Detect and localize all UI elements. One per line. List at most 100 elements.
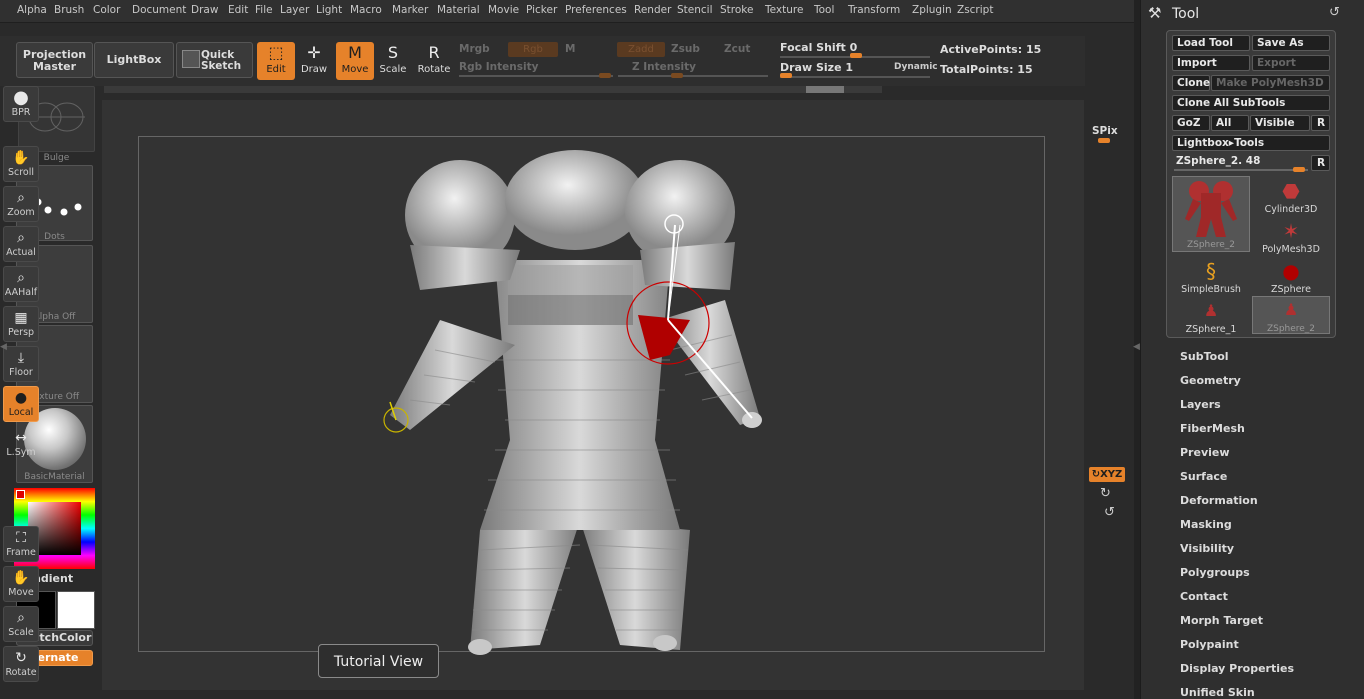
local-button[interactable]: ● Local xyxy=(3,386,39,422)
menu-macro[interactable]: Macro xyxy=(350,4,382,16)
rotate-mode-button[interactable]: R Rotate xyxy=(415,42,453,80)
menu-texture[interactable]: Texture xyxy=(765,4,803,16)
menu-draw[interactable]: Draw xyxy=(191,4,218,16)
scale-mode-button[interactable]: S Scale xyxy=(374,42,412,80)
canvas-scroll-thumb[interactable] xyxy=(806,86,844,93)
rgb-intensity-knob[interactable] xyxy=(599,73,611,78)
bpr-button[interactable]: ● BPR xyxy=(3,86,39,122)
section-subtool[interactable]: SubTool xyxy=(1180,350,1229,363)
menu-light[interactable]: Light xyxy=(316,4,342,16)
spix-slider[interactable] xyxy=(1098,138,1110,143)
aahalf-button[interactable]: ⌕ AAHalf xyxy=(3,266,39,302)
right-tray-arrow-icon[interactable]: ◀ xyxy=(1133,342,1140,352)
lsym-button[interactable]: ↔ L.Sym xyxy=(3,426,39,462)
rgb-intensity-slider[interactable] xyxy=(459,75,613,77)
load-tool-button[interactable]: Load Tool xyxy=(1172,35,1250,51)
rotate-z-icon[interactable]: ↺ xyxy=(1104,505,1115,520)
save-as-button[interactable]: Save As xyxy=(1252,35,1330,51)
section-display-properties[interactable]: Display Properties xyxy=(1180,662,1294,675)
section-visibility[interactable]: Visibility xyxy=(1180,542,1234,555)
section-deformation[interactable]: Deformation xyxy=(1180,494,1258,507)
zcut-button[interactable]: Zcut xyxy=(724,43,750,55)
clone-all-subtools-button[interactable]: Clone All SubTools xyxy=(1172,95,1330,111)
tool-thumb-cylinder3d[interactable]: ⬣ Cylinder3D xyxy=(1252,178,1330,216)
dynamic-button[interactable]: Dynamic xyxy=(894,62,938,72)
section-contact[interactable]: Contact xyxy=(1180,590,1228,603)
goz-visible-button[interactable]: Visible xyxy=(1250,115,1310,131)
menu-material[interactable]: Material xyxy=(437,4,480,16)
section-preview[interactable]: Preview xyxy=(1180,446,1230,459)
secondary-color-swatch[interactable] xyxy=(57,591,95,629)
tool-thumb-zsphere-2b[interactable]: ♟ ZSphere_2 xyxy=(1252,296,1330,334)
tool-thumb-zsphere[interactable]: ● ZSphere xyxy=(1252,258,1330,296)
menu-edit[interactable]: Edit xyxy=(228,4,248,16)
tool-r-button[interactable]: R xyxy=(1311,155,1330,171)
section-layers[interactable]: Layers xyxy=(1180,398,1221,411)
tool-thumb-polymesh3d[interactable]: ✶ PolyMesh3D xyxy=(1252,218,1330,256)
section-geometry[interactable]: Geometry xyxy=(1180,374,1241,387)
projection-master-button[interactable]: Projection Master xyxy=(16,42,93,78)
zsub-button[interactable]: Zsub xyxy=(671,43,700,55)
section-surface[interactable]: Surface xyxy=(1180,470,1227,483)
goz-all-button[interactable]: All xyxy=(1211,115,1249,131)
frame-button[interactable]: ⛶ Frame xyxy=(3,526,39,562)
menu-document[interactable]: Document xyxy=(132,4,186,16)
menu-zscript[interactable]: Zscript xyxy=(957,4,993,16)
menu-movie[interactable]: Movie xyxy=(488,4,519,16)
zoom-button[interactable]: ⌕ Zoom xyxy=(3,186,39,222)
menu-file[interactable]: File xyxy=(255,4,273,16)
rotate-y-icon[interactable]: ↻ xyxy=(1100,486,1111,501)
floor-button[interactable]: ⤓ Floor xyxy=(3,346,39,382)
menu-layer[interactable]: Layer xyxy=(280,4,309,16)
section-unified-skin[interactable]: Unified Skin xyxy=(1180,686,1255,699)
menu-stroke[interactable]: Stroke xyxy=(720,4,753,16)
lightbox-tools-button[interactable]: Lightbox▸Tools xyxy=(1172,135,1330,151)
rgb-button[interactable]: Rgb xyxy=(508,42,558,57)
persp-button[interactable]: ▦ Persp xyxy=(3,306,39,342)
focal-shift-knob[interactable] xyxy=(850,53,862,58)
move-mode-button[interactable]: M Move xyxy=(336,42,374,80)
rotate-view-button[interactable]: ↻ Rotate xyxy=(3,646,39,682)
draw-size-knob[interactable] xyxy=(780,73,792,78)
clone-button[interactable]: Clone xyxy=(1172,75,1210,91)
section-masking[interactable]: Masking xyxy=(1180,518,1232,531)
draw-mode-button[interactable]: ✛ Draw xyxy=(295,42,333,80)
tool-thumb-zsphere-1[interactable]: ♟ ZSphere_1 xyxy=(1172,298,1250,336)
goz-button[interactable]: GoZ xyxy=(1172,115,1210,131)
menu-marker[interactable]: Marker xyxy=(392,4,428,16)
left-tray-arrow-icon[interactable]: ◀ xyxy=(0,342,7,352)
menu-picker[interactable]: Picker xyxy=(526,4,557,16)
actual-button[interactable]: ⌕ Actual xyxy=(3,226,39,262)
zsphere-model[interactable] xyxy=(380,150,780,660)
move-view-button[interactable]: ✋ Move xyxy=(3,566,39,602)
menu-render[interactable]: Render xyxy=(634,4,671,16)
section-morph-target[interactable]: Morph Target xyxy=(1180,614,1263,627)
tutorial-view-button[interactable]: Tutorial View xyxy=(318,644,439,678)
section-fibermesh[interactable]: FiberMesh xyxy=(1180,422,1245,435)
tool-thumb-simplebrush[interactable]: § SimpleBrush xyxy=(1172,258,1250,296)
current-tool-slider[interactable] xyxy=(1174,169,1308,171)
z-intensity-slider[interactable] xyxy=(618,75,768,77)
export-button[interactable]: Export xyxy=(1252,55,1330,71)
menu-alpha[interactable]: Alpha xyxy=(17,4,47,16)
menu-color[interactable]: Color xyxy=(93,4,120,16)
menu-transform[interactable]: Transform xyxy=(848,4,900,16)
scroll-button[interactable]: ✋ Scroll xyxy=(3,146,39,182)
mrgb-button[interactable]: Mrgb xyxy=(459,43,490,55)
m-button[interactable]: M xyxy=(565,43,575,55)
panel-reset-icon[interactable]: ↺ xyxy=(1329,5,1340,20)
menu-brush[interactable]: Brush xyxy=(54,4,84,16)
zadd-button[interactable]: Zadd xyxy=(617,42,665,57)
import-button[interactable]: Import xyxy=(1172,55,1250,71)
current-tool-knob[interactable] xyxy=(1293,167,1305,172)
xyz-button[interactable]: ↻XYZ xyxy=(1089,467,1125,482)
goz-r-button[interactable]: R xyxy=(1311,115,1330,131)
menu-preferences[interactable]: Preferences xyxy=(565,4,627,16)
tool-thumb-zsphere-2[interactable]: ZSphere_2 xyxy=(1172,176,1250,252)
edit-mode-button[interactable]: ⬚ Edit xyxy=(257,42,295,80)
menu-tool[interactable]: Tool xyxy=(814,4,834,16)
z-intensity-knob[interactable] xyxy=(671,73,683,78)
menu-stencil[interactable]: Stencil xyxy=(677,4,713,16)
scale-view-button[interactable]: ⌕ Scale xyxy=(3,606,39,642)
section-polygroups[interactable]: Polygroups xyxy=(1180,566,1250,579)
